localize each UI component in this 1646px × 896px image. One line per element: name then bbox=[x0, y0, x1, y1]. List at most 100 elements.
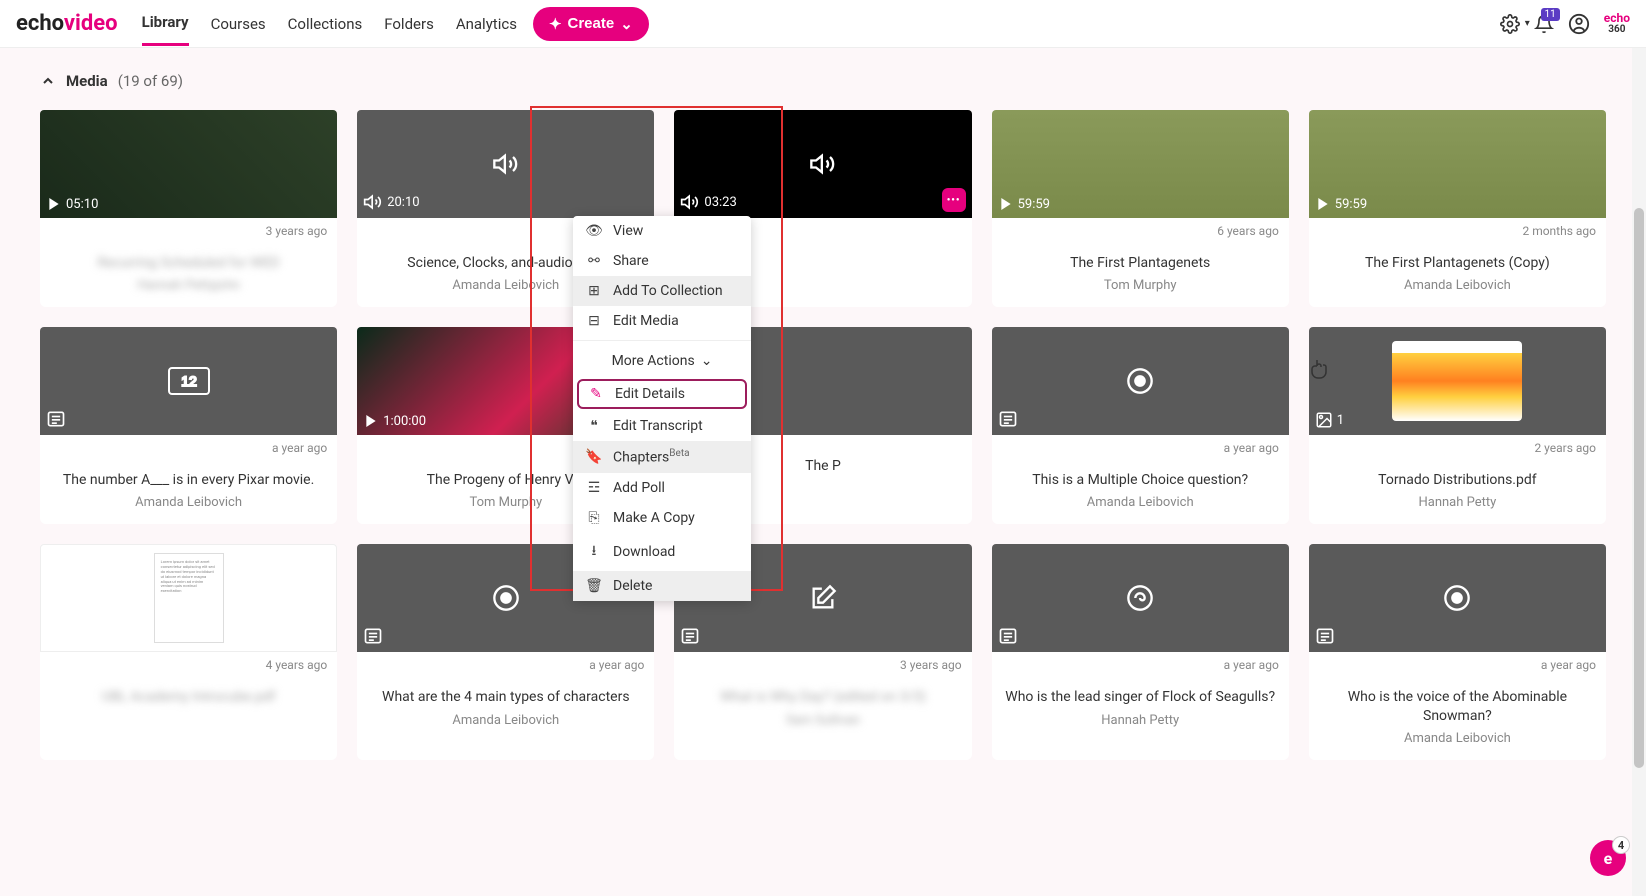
create-button[interactable]: ✦ Create ⌄ bbox=[533, 7, 649, 41]
card-title: What is Why Day? (edited on 3/3) bbox=[682, 688, 963, 706]
media-card[interactable]: 05:10 3 years ago Recurring Scheduled fo… bbox=[40, 110, 337, 307]
time-ago: 4 years ago bbox=[40, 652, 337, 672]
time-ago: 2 months ago bbox=[1309, 218, 1606, 238]
card-author: Amanda Leibovich bbox=[365, 713, 646, 728]
app-header: echovideo Library Courses Collections Fo… bbox=[0, 0, 1646, 48]
card-author: Hannah Pettyjohn bbox=[48, 278, 329, 293]
scrollbar[interactable] bbox=[1632, 48, 1646, 896]
menu-download[interactable]: ⭳Download bbox=[573, 533, 751, 571]
pencil-icon: ✎ bbox=[587, 386, 605, 402]
card-author: Sam Sullivan bbox=[682, 713, 963, 728]
time-ago: a year ago bbox=[1309, 652, 1606, 672]
mouse-cursor-icon bbox=[1310, 358, 1330, 380]
menu-share[interactable]: ⚯Share bbox=[573, 246, 751, 276]
poll-icon: ☲ bbox=[585, 480, 603, 496]
media-card[interactable]: a year ago Who is the voice of the Abomi… bbox=[1309, 544, 1606, 759]
thumbnail[interactable] bbox=[992, 327, 1289, 435]
media-card[interactable]: 59:59 2 months ago The First Plantagenet… bbox=[1309, 110, 1606, 307]
more-button[interactable]: ••• bbox=[942, 188, 966, 212]
main-nav: Library Courses Collections Folders Anal… bbox=[142, 1, 517, 46]
notifications-icon[interactable]: 11 bbox=[1534, 14, 1554, 34]
menu-add-poll[interactable]: ☲Add Poll bbox=[573, 473, 751, 503]
thumbnail[interactable]: Lorem ipsum dolor sit amet consectetur a… bbox=[40, 544, 337, 652]
media-grid: 05:10 3 years ago Recurring Scheduled fo… bbox=[40, 110, 1606, 760]
time-ago: 3 years ago bbox=[40, 218, 337, 238]
menu-chapters[interactable]: 🔖ChaptersBeta bbox=[573, 441, 751, 473]
thumbnail[interactable]: 20:10 bbox=[357, 110, 654, 218]
card-author: Amanda Leibovich bbox=[1317, 731, 1598, 746]
type-icon bbox=[1315, 626, 1335, 646]
nav-folders[interactable]: Folders bbox=[384, 3, 434, 45]
media-card[interactable]: 1 2 years ago Tornado Distributions.pdf … bbox=[1309, 327, 1606, 524]
bookmark-icon: 🔖 bbox=[585, 449, 603, 465]
menu-add-to-collection[interactable]: ⊞Add To Collection bbox=[573, 276, 751, 306]
section-header[interactable]: Media (19 of 69) bbox=[40, 72, 1606, 90]
nav-library[interactable]: Library bbox=[142, 1, 189, 46]
account-icon[interactable] bbox=[1568, 13, 1590, 35]
collection-icon: ⊞ bbox=[585, 283, 603, 299]
type-icon bbox=[363, 626, 383, 646]
card-author: Tom Murphy bbox=[1000, 278, 1281, 293]
chevron-down-icon: ⌄ bbox=[701, 353, 713, 369]
duration-label: 03:23 bbox=[680, 192, 736, 212]
trash-icon: 🗑 bbox=[585, 578, 603, 594]
menu-edit-media[interactable]: ⊟Edit Media bbox=[573, 306, 751, 336]
thumbnail[interactable]: 1 bbox=[1309, 327, 1606, 435]
time-ago: a year ago bbox=[992, 652, 1289, 672]
card-title: Tornado Distributions.pdf bbox=[1317, 471, 1598, 489]
scroll-thumb[interactable] bbox=[1634, 208, 1644, 768]
menu-make-copy[interactable]: ⎘Make A Copy bbox=[573, 503, 751, 533]
menu-view[interactable]: 👁View bbox=[573, 216, 751, 246]
card-title: This is a Multiple Choice question? bbox=[1000, 471, 1281, 489]
settings-icon[interactable]: ▾ bbox=[1500, 14, 1520, 34]
thumbnail[interactable]: 03:23 ••• bbox=[674, 110, 971, 218]
card-title: Who is the lead singer of Flock of Seagu… bbox=[1000, 688, 1281, 706]
time-ago: a year ago bbox=[40, 435, 337, 455]
time-ago: 3 years ago bbox=[674, 652, 971, 672]
nav-analytics[interactable]: Analytics bbox=[456, 3, 517, 45]
media-card[interactable]: 12 a year ago The number A___ is in ever… bbox=[40, 327, 337, 524]
media-card[interactable]: Lorem ipsum dolor sit amet consectetur a… bbox=[40, 544, 337, 759]
card-author: Hannah Petty bbox=[1317, 495, 1598, 510]
card-title: What are the 4 main types of characters bbox=[365, 688, 646, 706]
thumbnail[interactable]: 12 bbox=[40, 327, 337, 435]
content-area: Media (19 of 69) 05:10 3 years ago Recur… bbox=[0, 48, 1646, 896]
time-ago: a year ago bbox=[357, 652, 654, 672]
media-card[interactable]: 59:59 6 years ago The First Plantagenets… bbox=[992, 110, 1289, 307]
media-card[interactable]: a year ago This is a Multiple Choice que… bbox=[992, 327, 1289, 524]
menu-edit-details[interactable]: ✎Edit Details bbox=[577, 379, 747, 409]
card-author: Amanda Leibovich bbox=[1317, 278, 1598, 293]
media-context-menu: 👁View ⚯Share ⊞Add To Collection ⊟Edit Me… bbox=[573, 216, 751, 601]
chevron-up-icon bbox=[40, 73, 56, 89]
floating-count-badge: 4 bbox=[1612, 836, 1630, 854]
menu-edit-transcript[interactable]: ❝Edit Transcript bbox=[573, 411, 751, 441]
card-title: Recurring Scheduled for WED bbox=[48, 254, 329, 272]
duration-label: 20:10 bbox=[363, 192, 419, 212]
thumbnail[interactable]: 59:59 bbox=[992, 110, 1289, 218]
quote-icon: ❝ bbox=[585, 418, 603, 434]
card-author: Amanda Leibovich bbox=[48, 495, 329, 510]
time-ago: 6 years ago bbox=[992, 218, 1289, 238]
thumbnail[interactable]: 05:10 bbox=[40, 110, 337, 218]
nav-collections[interactable]: Collections bbox=[288, 3, 363, 45]
nav-courses[interactable]: Courses bbox=[211, 3, 266, 45]
thumbnail[interactable] bbox=[1309, 544, 1606, 652]
card-title: The First Plantagenets bbox=[1000, 254, 1281, 272]
chevron-down-icon: ▾ bbox=[1525, 18, 1530, 29]
type-icon: 1 bbox=[1315, 411, 1344, 429]
menu-delete[interactable]: 🗑Delete bbox=[573, 571, 751, 601]
download-icon: ⭳ bbox=[585, 540, 603, 564]
chevron-down-icon: ⌄ bbox=[620, 15, 633, 33]
svg-text:12: 12 bbox=[181, 373, 197, 389]
type-icon bbox=[998, 409, 1018, 429]
brand-badge: echo360 bbox=[1604, 13, 1630, 35]
logo: echovideo bbox=[16, 11, 118, 36]
floating-help-button[interactable]: e4 bbox=[1590, 840, 1626, 876]
time-ago: a year ago bbox=[992, 435, 1289, 455]
media-card[interactable]: a year ago Who is the lead singer of Flo… bbox=[992, 544, 1289, 759]
thumbnail[interactable]: 59:59 bbox=[1309, 110, 1606, 218]
menu-more-actions[interactable]: More Actions⌄ bbox=[573, 345, 751, 377]
type-icon: 2 bbox=[47, 627, 76, 645]
type-icon bbox=[998, 626, 1018, 646]
thumbnail[interactable] bbox=[992, 544, 1289, 652]
